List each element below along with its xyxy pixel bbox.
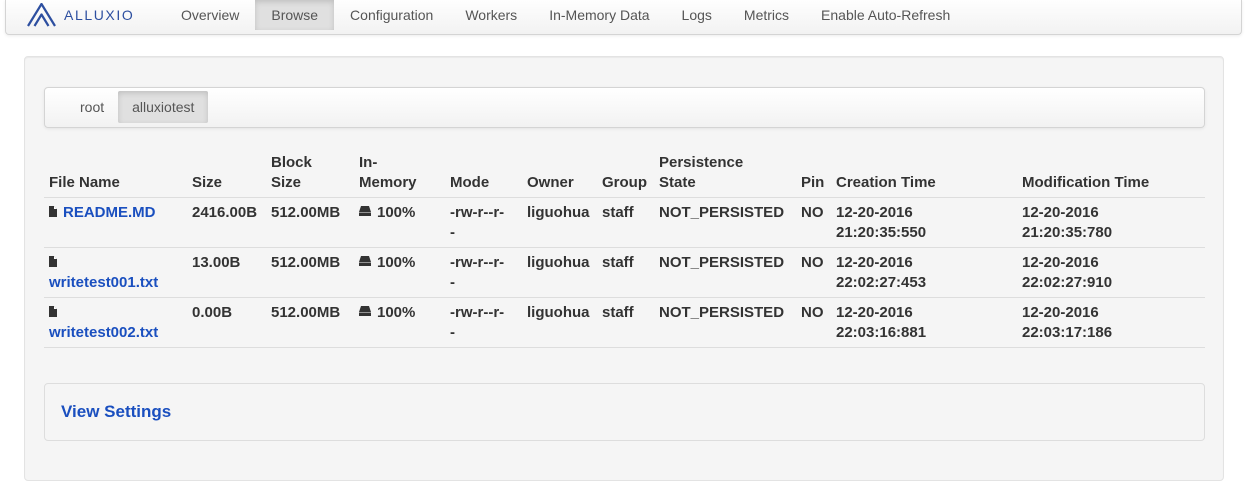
nav-overview[interactable]: Overview — [165, 0, 255, 30]
file-creation-time: 12-20-2016 21:20:35:550 — [831, 197, 1017, 248]
file-pin: NO — [796, 297, 831, 348]
col-mode[interactable]: Mode — [445, 153, 522, 198]
nav-in-memory-data[interactable]: In-Memory Data — [533, 0, 665, 30]
file-icon — [49, 206, 57, 217]
file-block-size: 512.00MB — [266, 247, 354, 298]
file-icon — [49, 306, 57, 317]
nav-workers[interactable]: Workers — [449, 0, 533, 30]
file-size: 0.00B — [187, 297, 266, 348]
file-size: 2416.00B — [187, 197, 266, 248]
file-modification-time: 12-20-2016 21:20:35:780 — [1017, 197, 1205, 248]
main-nav: Overview Browse Configuration Workers In… — [165, 0, 966, 30]
file-group: staff — [597, 297, 654, 348]
file-persistence: NOT_PERSISTED — [654, 297, 796, 348]
view-settings-link[interactable]: View Settings — [61, 402, 171, 422]
table-row: writetest001.txt 13.00B 512.00MB 100% -r… — [44, 247, 1205, 298]
col-persistence-state[interactable]: Persistence State — [654, 153, 796, 198]
nav-enable-auto-refresh[interactable]: Enable Auto-Refresh — [805, 0, 966, 30]
file-link-writetest002[interactable]: writetest002.txt — [49, 324, 158, 341]
nav-logs[interactable]: Logs — [666, 0, 728, 30]
file-owner: liguohua — [522, 297, 597, 348]
col-in-memory[interactable]: In- Memory — [354, 153, 445, 198]
table-row: README.MD 2416.00B 512.00MB 100% -rw-r--… — [44, 197, 1205, 248]
file-group: staff — [597, 247, 654, 298]
hdd-icon — [359, 256, 371, 266]
file-modification-time: 12-20-2016 22:03:17:186 — [1017, 297, 1205, 348]
file-creation-time: 12-20-2016 22:02:27:453 — [831, 247, 1017, 298]
nav-browse[interactable]: Browse — [255, 0, 335, 30]
file-mode: -rw-r--r- - — [445, 247, 522, 298]
file-block-size: 512.00MB — [266, 197, 354, 248]
col-creation-time[interactable]: Creation Time — [831, 153, 1017, 198]
file-creation-time: 12-20-2016 22:03:16:881 — [831, 297, 1017, 348]
col-group[interactable]: Group — [597, 153, 654, 198]
browse-panel: root alluxiotest File Name Size Block Siz… — [24, 56, 1224, 481]
hdd-icon — [359, 206, 371, 216]
file-owner: liguohua — [522, 197, 597, 248]
file-in-memory: 100% — [377, 204, 416, 221]
table-header-row: File Name Size Block Size In- Memory Mode … — [44, 153, 1205, 198]
file-persistence: NOT_PERSISTED — [654, 197, 796, 248]
file-table: File Name Size Block Size In- Memory Mode … — [44, 153, 1205, 348]
col-block-size[interactable]: Block Size — [266, 153, 354, 198]
breadcrumb-alluxiotest[interactable]: alluxiotest — [118, 91, 209, 123]
file-in-memory: 100% — [377, 254, 416, 271]
file-pin: NO — [796, 197, 831, 248]
col-pin[interactable]: Pin — [796, 153, 831, 198]
nav-metrics[interactable]: Metrics — [728, 0, 805, 30]
hdd-icon — [359, 306, 371, 316]
table-row: writetest002.txt 0.00B 512.00MB 100% -rw… — [44, 297, 1205, 348]
col-file-name[interactable]: File Name — [44, 153, 187, 198]
file-pin: NO — [796, 247, 831, 298]
col-modification-time[interactable]: Modification Time — [1017, 153, 1205, 198]
file-owner: liguohua — [522, 247, 597, 298]
brand[interactable]: ALLUXIO — [26, 0, 134, 29]
file-mode: -rw-r--r- - — [445, 197, 522, 248]
breadcrumb: root alluxiotest — [44, 87, 1205, 128]
file-modification-time: 12-20-2016 22:02:27:910 — [1017, 247, 1205, 298]
brand-name: ALLUXIO — [64, 6, 135, 23]
col-owner[interactable]: Owner — [522, 153, 597, 198]
file-in-memory: 100% — [377, 304, 416, 321]
nav-configuration[interactable]: Configuration — [334, 0, 449, 30]
settings-panel: View Settings — [44, 383, 1205, 441]
top-navbar: ALLUXIO Overview Browse Configuration Wo… — [5, 0, 1242, 35]
file-link-writetest001[interactable]: writetest001.txt — [49, 274, 158, 291]
file-persistence: NOT_PERSISTED — [654, 247, 796, 298]
alluxio-logo-icon — [27, 2, 56, 27]
file-size: 13.00B — [187, 247, 266, 298]
file-link-readme[interactable]: README.MD — [63, 204, 156, 221]
file-group: staff — [597, 197, 654, 248]
file-mode: -rw-r--r- - — [445, 297, 522, 348]
breadcrumb-root[interactable]: root — [66, 91, 118, 123]
col-size[interactable]: Size — [187, 153, 266, 198]
file-icon — [49, 256, 57, 267]
file-block-size: 512.00MB — [266, 297, 354, 348]
